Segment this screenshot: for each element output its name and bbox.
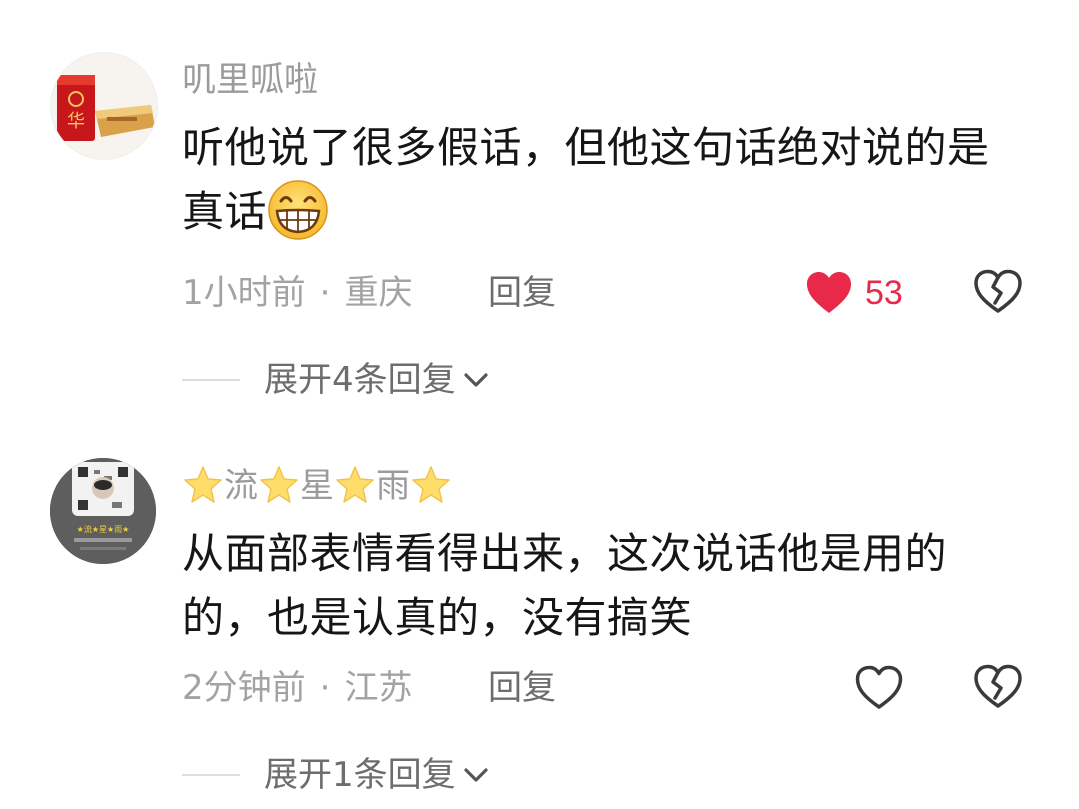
username-part: 星: [300, 466, 334, 506]
comment-username[interactable]: 流星雨: [182, 464, 452, 506]
comment-meta: 1小时前 · 重庆: [182, 273, 412, 313]
grinning-face-icon: [267, 179, 329, 241]
comment-time: 2分钟前: [182, 668, 306, 708]
dislike-button[interactable]: [973, 664, 1023, 712]
broken-heart-icon: [974, 269, 1022, 313]
expand-replies-label: 展开1条回复: [264, 755, 456, 795]
chevron-down-icon: [464, 373, 488, 387]
avatar[interactable]: ★流★星★雨★: [50, 458, 156, 564]
comment-meta: 2分钟前 · 江苏: [182, 668, 412, 708]
chevron-down-icon: [464, 768, 488, 782]
broken-heart-icon: [974, 664, 1022, 708]
divider-line: [182, 379, 240, 381]
reply-button[interactable]: 回复: [488, 273, 556, 313]
username-part: 流: [224, 466, 258, 506]
meta-separator: ·: [319, 668, 331, 708]
avatar-image: 华: [51, 53, 157, 159]
comment-username[interactable]: 叽里呱啦: [182, 60, 318, 100]
like-button[interactable]: [855, 664, 903, 712]
reply-button[interactable]: 回复: [488, 668, 556, 708]
heart-outline-icon: [855, 665, 903, 709]
avatar-image: ★流★星★雨★: [50, 458, 156, 564]
star-icon: [334, 464, 376, 506]
star-icon: [258, 464, 300, 506]
username-part: 雨: [376, 466, 410, 506]
comment-text: 从面部表情看得出来，这次说话他是用的的，也是认真的，没有搞笑: [182, 529, 948, 642]
expand-replies-label: 展开4条回复: [264, 360, 456, 400]
meta-separator: ·: [319, 273, 331, 313]
svg-text:华: 华: [67, 111, 85, 132]
comment-text: 听他说了很多假话，但他这句话绝对说的是真话: [182, 116, 1012, 244]
expand-replies-button[interactable]: 展开1条回复: [182, 753, 490, 797]
star-icon: [182, 464, 224, 506]
star-icon: [410, 464, 452, 506]
like-count: 53: [865, 273, 903, 312]
heart-filled-icon: [807, 272, 851, 313]
svg-text:★流★星★雨★: ★流★星★雨★: [77, 524, 130, 534]
avatar[interactable]: 华: [50, 52, 158, 160]
expand-replies-button[interactable]: 展开4条回复: [182, 358, 490, 402]
comment-location: 重庆: [344, 273, 413, 313]
dislike-button[interactable]: [973, 269, 1023, 317]
comment-location: 江苏: [344, 668, 413, 708]
divider-line: [182, 774, 240, 776]
comment-time: 1小时前: [182, 273, 306, 313]
like-button[interactable]: 53: [805, 269, 903, 317]
